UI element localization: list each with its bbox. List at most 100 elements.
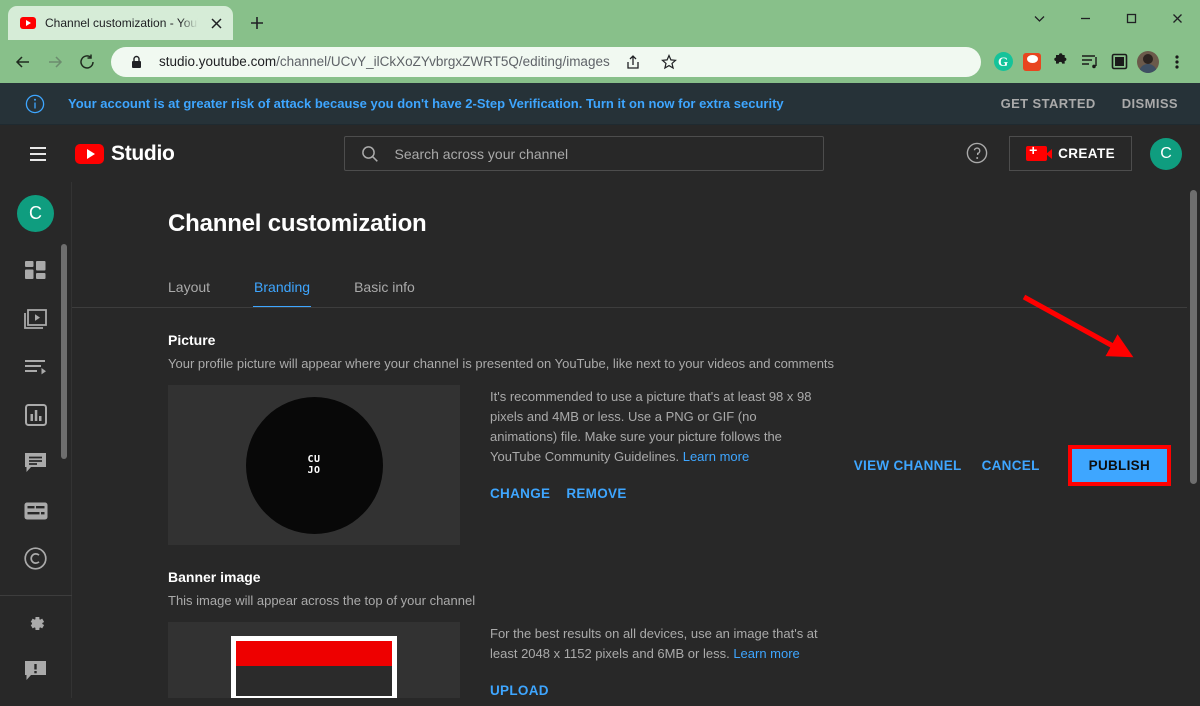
banner-image-preview[interactable] bbox=[168, 622, 460, 698]
share-icon[interactable] bbox=[620, 49, 646, 75]
extensions-puzzle-icon[interactable] bbox=[1048, 49, 1074, 75]
dismiss-button[interactable]: DISMISS bbox=[1122, 96, 1178, 111]
minimize-icon[interactable] bbox=[1062, 2, 1108, 34]
profile-picture-preview[interactable]: CU JO bbox=[168, 385, 460, 545]
copyright-icon bbox=[24, 547, 47, 575]
create-button[interactable]: CREATE bbox=[1009, 136, 1132, 171]
page-scrollbar-thumb[interactable] bbox=[1190, 190, 1197, 484]
help-icon[interactable] bbox=[965, 141, 991, 167]
remove-picture-button[interactable]: REMOVE bbox=[566, 486, 626, 501]
address-bar[interactable]: studio.youtube.com/channel/UCvY_ilCkXoZY… bbox=[111, 47, 981, 77]
new-tab-button[interactable] bbox=[243, 9, 271, 37]
url-host: studio.youtube.com bbox=[159, 54, 276, 69]
sidebar-scrollbar[interactable] bbox=[61, 244, 67, 459]
banner-actions: UPLOAD bbox=[490, 683, 820, 698]
browser-toolbar: studio.youtube.com/channel/UCvY_ilCkXoZY… bbox=[0, 40, 1200, 83]
tabs-divider bbox=[72, 307, 1200, 308]
video-icon bbox=[24, 308, 48, 335]
get-started-button[interactable]: GET STARTED bbox=[1001, 96, 1096, 111]
chrome-menu-icon[interactable] bbox=[1164, 49, 1190, 75]
sidebar-item-subtitles[interactable] bbox=[0, 489, 72, 537]
create-button-label: CREATE bbox=[1058, 146, 1115, 161]
bar-chart-icon bbox=[25, 404, 47, 431]
video-camera-plus-icon bbox=[1026, 146, 1047, 161]
section-body: For the best results on all devices, use… bbox=[168, 622, 1200, 698]
sidebar-item-feedback[interactable] bbox=[0, 650, 72, 698]
studio-sidebar: C bbox=[0, 182, 72, 698]
section-banner-image: Banner image This image will appear acro… bbox=[168, 545, 1200, 698]
profile-picture-image: CU JO bbox=[246, 397, 383, 534]
studio-wordmark: Studio bbox=[111, 142, 175, 166]
page-scrollbar[interactable] bbox=[1187, 182, 1200, 698]
tab-basic-info[interactable]: Basic info bbox=[354, 279, 415, 308]
maximize-icon[interactable] bbox=[1108, 2, 1154, 34]
avatar bbox=[1137, 51, 1159, 73]
reload-icon[interactable] bbox=[72, 47, 102, 77]
window-controls bbox=[1016, 0, 1200, 40]
search-placeholder: Search across your channel bbox=[395, 146, 569, 162]
picture-description: It's recommended to use a picture that's… bbox=[490, 387, 820, 467]
info-icon bbox=[24, 93, 46, 115]
section-subtitle: This image will appear across the top of… bbox=[168, 593, 1200, 608]
sidebar-item-copyright[interactable] bbox=[0, 537, 72, 585]
banner-block-top bbox=[236, 641, 392, 666]
close-icon[interactable] bbox=[207, 14, 225, 32]
youtube-icon bbox=[75, 144, 104, 164]
grammarly-glyph: G bbox=[994, 52, 1013, 71]
pocket-glyph bbox=[1023, 53, 1041, 71]
view-channel-button[interactable]: VIEW CHANNEL bbox=[844, 450, 972, 481]
content-inner: Channel customization Layout Branding Ba… bbox=[72, 182, 1200, 698]
picture-text-line2: JO bbox=[307, 465, 320, 476]
sidebar-channel-avatar[interactable]: C bbox=[17, 195, 54, 232]
upload-banner-button[interactable]: UPLOAD bbox=[490, 683, 549, 698]
page-header-actions: VIEW CHANNEL CANCEL PUBLISH bbox=[844, 445, 1171, 486]
banner-block-middle bbox=[236, 666, 392, 696]
profile-avatar-icon[interactable] bbox=[1135, 49, 1161, 75]
account-avatar[interactable]: C bbox=[1150, 138, 1182, 170]
studio-masthead: Studio Search across your channel CREATE… bbox=[0, 125, 1200, 182]
learn-more-link[interactable]: Learn more bbox=[683, 449, 749, 464]
playlist-icon bbox=[24, 358, 48, 381]
browser-tab[interactable]: Channel customization - YouTube Studio bbox=[8, 6, 233, 40]
picture-description-column: It's recommended to use a picture that's… bbox=[490, 385, 820, 545]
chevron-down-icon[interactable] bbox=[1016, 2, 1062, 34]
security-alert-banner: Your account is at greater risk of attac… bbox=[0, 83, 1200, 125]
section-title: Picture bbox=[168, 332, 1200, 348]
studio-body: C bbox=[0, 182, 1200, 698]
extension-icons: G bbox=[990, 49, 1190, 75]
dashboard-icon bbox=[24, 260, 47, 288]
grammarly-extension-icon[interactable]: G bbox=[990, 49, 1016, 75]
studio-logo[interactable]: Studio bbox=[75, 142, 175, 166]
search-icon bbox=[361, 145, 379, 163]
banner-description-column: For the best results on all devices, use… bbox=[490, 622, 820, 698]
forward-arrow-icon[interactable] bbox=[40, 47, 70, 77]
back-arrow-icon[interactable] bbox=[8, 47, 38, 77]
browser-window: Channel customization - YouTube Studio bbox=[0, 0, 1200, 706]
reading-list-icon[interactable] bbox=[1106, 49, 1132, 75]
section-picture: Picture Your profile picture will appear… bbox=[168, 308, 1200, 545]
sidebar-divider bbox=[0, 595, 72, 596]
comment-icon bbox=[24, 452, 47, 479]
banner-description: For the best results on all devices, use… bbox=[490, 624, 820, 664]
sidebar-item-settings[interactable] bbox=[0, 602, 72, 650]
media-playlist-icon[interactable] bbox=[1077, 49, 1103, 75]
tab-strip: Channel customization - YouTube Studio bbox=[0, 0, 1200, 40]
feedback-icon bbox=[24, 660, 47, 687]
search-input[interactable]: Search across your channel bbox=[344, 136, 824, 171]
banner-block-lower bbox=[236, 696, 392, 698]
close-icon[interactable] bbox=[1154, 2, 1200, 34]
alert-message: Your account is at greater risk of attac… bbox=[68, 96, 979, 111]
cancel-button[interactable]: CANCEL bbox=[972, 450, 1050, 481]
tab-branding[interactable]: Branding bbox=[254, 279, 310, 308]
pocket-extension-icon[interactable] bbox=[1019, 49, 1045, 75]
change-picture-button[interactable]: CHANGE bbox=[490, 486, 550, 501]
tab-layout[interactable]: Layout bbox=[168, 279, 210, 308]
gear-icon bbox=[24, 612, 47, 640]
alert-actions: GET STARTED DISMISS bbox=[1001, 96, 1178, 111]
star-icon[interactable] bbox=[656, 49, 682, 75]
publish-button[interactable]: PUBLISH bbox=[1072, 449, 1167, 482]
lock-icon[interactable] bbox=[123, 49, 149, 75]
tab-title: Channel customization - YouTube Studio bbox=[45, 16, 198, 30]
learn-more-link[interactable]: Learn more bbox=[733, 646, 799, 661]
hamburger-icon[interactable] bbox=[22, 138, 54, 170]
